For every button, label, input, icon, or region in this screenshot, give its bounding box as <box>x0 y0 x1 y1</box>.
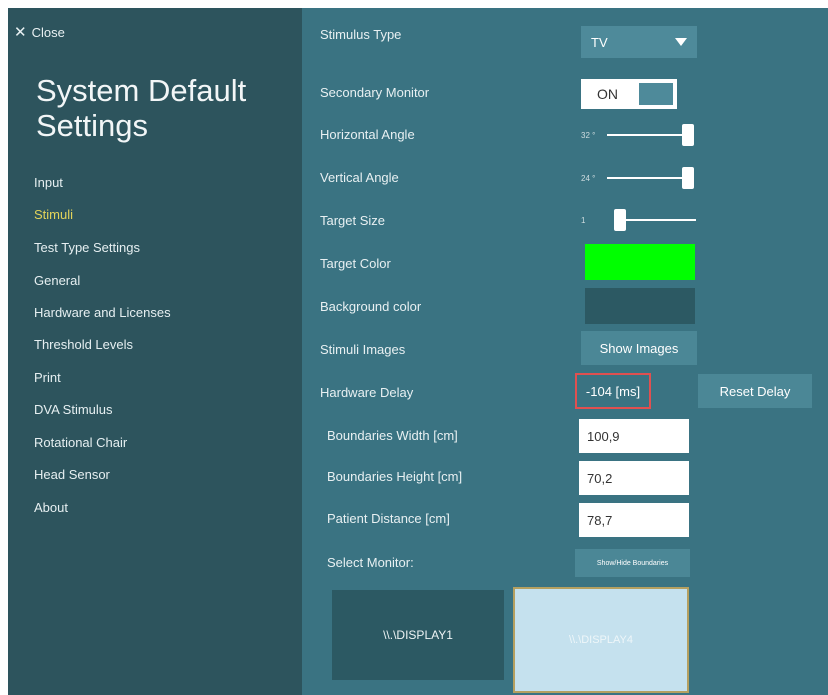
monitor-display4-label: \\.\DISPLAY4 <box>569 634 633 646</box>
sidebar-item-threshold-levels[interactable]: Threshold Levels <box>34 337 133 352</box>
sidebar: ✕ Close System Default Settings Input St… <box>8 8 302 695</box>
sidebar-item-general[interactable]: General <box>34 273 80 288</box>
hardware-delay-value: -104 [ms] <box>575 373 651 409</box>
settings-panel: Stimulus Type TV Secondary Monitor ON Ho… <box>302 8 828 695</box>
dropdown-arrow-icon <box>675 38 687 46</box>
patient-distance-input[interactable]: 78,7 <box>579 503 689 537</box>
toggle-state-text: ON <box>597 86 618 102</box>
target-size-slider-thumb[interactable] <box>614 209 626 231</box>
boundaries-width-input[interactable]: 100,9 <box>579 419 689 453</box>
boundaries-height-label: Boundaries Height [cm] <box>327 469 463 484</box>
sidebar-item-stimuli[interactable]: Stimuli <box>34 207 73 222</box>
monitor-display1-tile[interactable]: \\.\DISPLAY1 <box>332 590 504 680</box>
close-icon: ✕ <box>14 24 27 41</box>
target-color-label: Target Color <box>320 256 391 271</box>
secondary-monitor-toggle[interactable]: ON <box>581 79 677 109</box>
sidebar-item-print[interactable]: Print <box>34 370 61 385</box>
monitor-display1-label: \\.\DISPLAY1 <box>383 628 453 642</box>
background-color-swatch[interactable] <box>585 288 695 324</box>
secondary-monitor-label: Secondary Monitor <box>320 85 430 100</box>
vertical-angle-value: 24 ° <box>581 174 596 183</box>
page-title: System Default Settings <box>36 73 247 143</box>
boundaries-width-label: Boundaries Width [cm] <box>327 428 458 443</box>
close-button[interactable]: ✕ Close <box>14 25 65 40</box>
target-size-label: Target Size <box>320 213 386 228</box>
horizontal-angle-value: 32 ° <box>581 131 596 140</box>
horizontal-angle-label: Horizontal Angle <box>320 127 415 142</box>
sidebar-item-rotational-chair[interactable]: Rotational Chair <box>34 435 127 450</box>
target-color-swatch[interactable] <box>585 244 695 280</box>
show-images-button[interactable]: Show Images <box>581 331 697 365</box>
sidebar-item-input[interactable]: Input <box>34 175 63 190</box>
stimulus-type-dropdown[interactable]: TV <box>581 26 697 58</box>
stimuli-images-label: Stimuli Images <box>320 342 406 357</box>
close-label: Close <box>31 25 65 40</box>
stimulus-type-label: Stimulus Type <box>320 27 402 42</box>
background-color-label: Background color <box>320 299 422 314</box>
show-hide-boundaries-button[interactable]: Show/Hide Boundaries <box>575 549 690 577</box>
horizontal-angle-slider-thumb[interactable] <box>682 124 694 146</box>
boundaries-height-input[interactable]: 70,2 <box>579 461 689 495</box>
sidebar-item-head-sensor[interactable]: Head Sensor <box>34 467 110 482</box>
reset-delay-button[interactable]: Reset Delay <box>698 374 812 408</box>
monitor-display4-tile[interactable]: \\.\DISPLAY4 <box>513 587 689 693</box>
vertical-angle-slider-thumb[interactable] <box>682 167 694 189</box>
hardware-delay-label: Hardware Delay <box>320 385 414 400</box>
sidebar-item-about[interactable]: About <box>34 500 68 515</box>
target-size-slider-track[interactable] <box>614 219 696 221</box>
vertical-angle-slider-track[interactable] <box>607 177 687 179</box>
patient-distance-label: Patient Distance [cm] <box>327 511 450 526</box>
sidebar-item-dva-stimulus[interactable]: DVA Stimulus <box>34 402 113 417</box>
stimulus-type-value: TV <box>591 34 608 50</box>
toggle-knob <box>639 83 673 105</box>
vertical-angle-label: Vertical Angle <box>320 170 399 185</box>
select-monitor-label: Select Monitor: <box>327 555 414 570</box>
sidebar-item-test-type-settings[interactable]: Test Type Settings <box>34 240 140 255</box>
target-size-value: 1 <box>581 216 586 225</box>
horizontal-angle-slider-track[interactable] <box>607 134 687 136</box>
sidebar-item-hardware-and-licenses[interactable]: Hardware and Licenses <box>34 305 171 320</box>
